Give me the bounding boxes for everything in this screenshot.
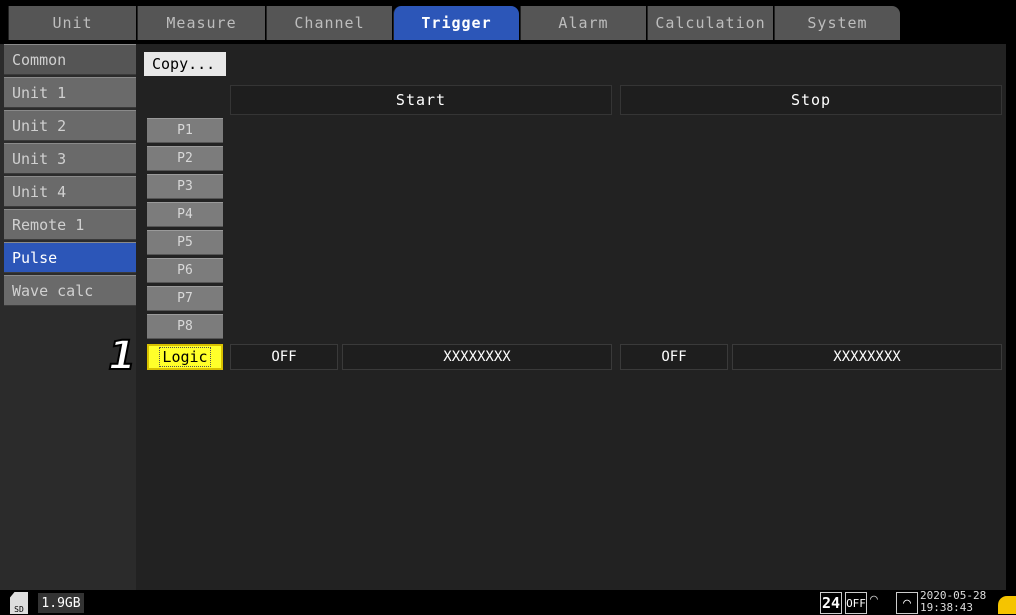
channel-button-p5[interactable]: P5	[147, 230, 223, 255]
step-callout-number: 1	[107, 333, 137, 379]
logic-button[interactable]: Logic	[147, 344, 223, 370]
stop-column-header: Stop	[620, 85, 1002, 115]
channel-button-p6[interactable]: P6	[147, 258, 223, 283]
copy-button[interactable]: Copy...	[144, 52, 226, 76]
tab-bar: Unit Measure Channel Trigger Alarm Calcu…	[0, 0, 1016, 44]
tab-calculation[interactable]: Calculation	[647, 6, 773, 40]
sidebar-item-pulse[interactable]: Pulse	[4, 242, 136, 273]
tab-alarm[interactable]: Alarm	[520, 6, 646, 40]
tab-trigger[interactable]: Trigger	[393, 6, 519, 40]
free-space-label: 1.9GB	[38, 593, 84, 613]
datetime: 2020-05-28 19:38:43	[920, 590, 986, 614]
badge-off: OFF	[845, 592, 867, 614]
sidebar-item-common[interactable]: Common	[4, 44, 136, 75]
sidebar-item-unit-3[interactable]: Unit 3	[4, 143, 136, 174]
sidebar-item-wave-calc[interactable]: Wave calc	[4, 275, 136, 306]
channel-button-p7[interactable]: P7	[147, 286, 223, 311]
channel-button-p1[interactable]: P1	[147, 118, 223, 143]
channel-button-p8[interactable]: P8	[147, 314, 223, 339]
start-state-field[interactable]: OFF	[230, 344, 338, 370]
panel-edge	[1006, 44, 1016, 590]
wireless-status-icon: ◠	[896, 592, 918, 614]
sidebar-item-remote-1[interactable]: Remote 1	[4, 209, 136, 240]
tab-channel[interactable]: Channel	[266, 6, 392, 40]
sidebar-item-unit-4[interactable]: Unit 4	[4, 176, 136, 207]
main-panel	[136, 44, 1006, 590]
tab-system[interactable]: System	[774, 6, 900, 40]
sidebar-item-unit-2[interactable]: Unit 2	[4, 110, 136, 141]
start-value-field[interactable]: XXXXXXXX	[342, 344, 612, 370]
wifi-icon: ◠	[870, 592, 878, 607]
sidebar: Common Unit 1 Unit 2 Unit 3 Unit 4 Remot…	[0, 44, 136, 590]
channel-button-p4[interactable]: P4	[147, 202, 223, 227]
start-column-header: Start	[230, 85, 612, 115]
sd-card-icon: SD	[10, 592, 28, 614]
tab-measure[interactable]: Measure	[137, 6, 265, 40]
channel-button-p2[interactable]: P2	[147, 146, 223, 171]
sidebar-item-unit-1[interactable]: Unit 1	[4, 77, 136, 108]
logic-button-label: Logic	[159, 347, 211, 367]
time-label: 19:38:43	[920, 601, 973, 614]
tab-unit[interactable]: Unit	[8, 6, 136, 40]
badge-24: 24	[820, 592, 842, 614]
channel-button-p3[interactable]: P3	[147, 174, 223, 199]
power-icon	[998, 596, 1016, 614]
stop-value-field[interactable]: XXXXXXXX	[732, 344, 1002, 370]
stop-state-field[interactable]: OFF	[620, 344, 728, 370]
